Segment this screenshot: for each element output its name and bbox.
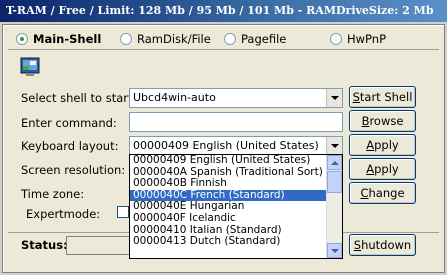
radio-icon	[224, 33, 236, 45]
shell-label: Select shell to start:	[21, 91, 137, 105]
tab-bar: Main-Shell RamDisk/File Pagefile HwPnP	[4, 27, 443, 49]
shell-app-icon	[20, 57, 40, 76]
expertmode-checkbox[interactable]	[117, 206, 129, 218]
tab-pagefile[interactable]: Pagefile	[224, 30, 286, 48]
radio-icon	[120, 33, 132, 45]
status-label: Status:	[21, 238, 68, 252]
tab-ramdisk-file[interactable]: RamDisk/File	[120, 30, 211, 48]
apply-resolution-button[interactable]: Apply	[349, 158, 416, 180]
shutdown-button[interactable]: Shutdown	[349, 234, 416, 256]
tab-divider	[8, 49, 439, 50]
shell-select-value: Ubcd4win-auto	[133, 91, 216, 104]
scroll-down-icon[interactable]	[327, 243, 342, 258]
tab-hwpnp-label: HwPnP	[347, 32, 387, 46]
radio-icon	[16, 33, 28, 45]
list-item[interactable]: 00000409 English (United States)	[130, 155, 327, 167]
shell-select[interactable]: Ubcd4win-auto	[129, 88, 343, 108]
status-field	[66, 236, 130, 255]
timezone-label: Time zone:	[21, 187, 85, 201]
apply-keyboard-button[interactable]: Apply	[349, 134, 416, 156]
start-shell-button[interactable]: Start Shell	[349, 86, 416, 108]
scroll-up-icon[interactable]	[327, 155, 342, 170]
chevron-down-icon[interactable]	[326, 89, 342, 107]
tab-ramdisk-file-label: RamDisk/File	[137, 32, 211, 46]
list-item[interactable]: 00000413 Dutch (Standard)	[130, 236, 327, 248]
scroll-thumb[interactable]	[327, 171, 342, 193]
radio-icon	[330, 33, 342, 45]
browse-button[interactable]: Browse	[349, 110, 416, 132]
keyboard-label: Keyboard layout:	[21, 139, 119, 153]
command-label: Enter command:	[21, 116, 117, 130]
keyboard-dropdown-list[interactable]: 00000409 English (United States) 0000040…	[129, 154, 343, 259]
dropdown-scrollbar[interactable]	[326, 155, 342, 258]
tab-main-shell[interactable]: Main-Shell	[16, 30, 101, 48]
keyboard-select[interactable]: 00000409 English (United States)	[129, 136, 343, 156]
keyboard-select-value: 00000409 English (United States)	[133, 139, 319, 152]
list-item[interactable]: 0000040F Icelandic	[130, 212, 327, 225]
resolution-label: Screen resolution:	[21, 163, 126, 177]
change-timezone-button[interactable]: Change	[349, 182, 416, 204]
command-input[interactable]	[129, 112, 343, 132]
tab-main-shell-label: Main-Shell	[33, 32, 102, 46]
chevron-down-icon[interactable]	[326, 137, 342, 155]
window-title: T-RAM / Free / Limit: 128 Mb / 95 Mb / 1…	[0, 0, 447, 22]
tab-hwpnp[interactable]: HwPnP	[330, 30, 386, 48]
expertmode-label: Expertmode:	[26, 207, 101, 221]
tab-pagefile-label: Pagefile	[241, 32, 287, 46]
